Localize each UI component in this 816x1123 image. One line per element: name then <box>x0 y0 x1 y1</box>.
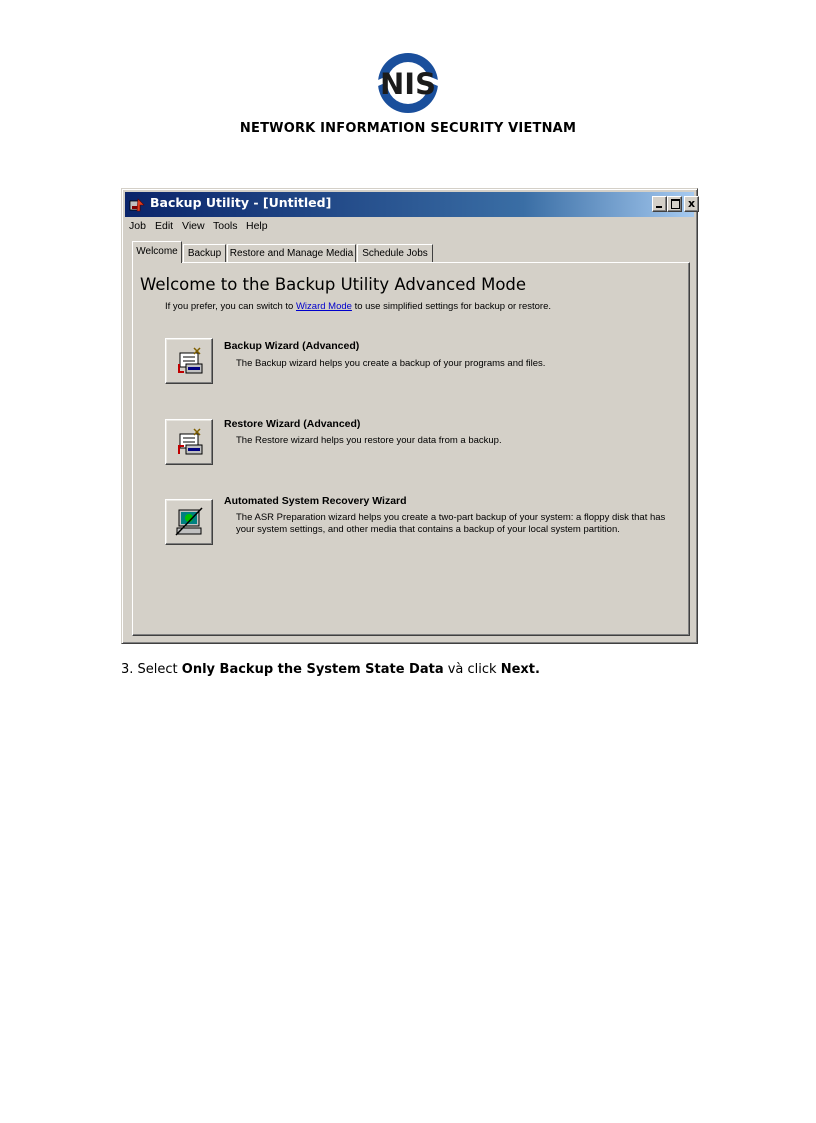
menu-view[interactable]: View <box>182 220 205 232</box>
close-button[interactable]: x <box>684 196 699 212</box>
restore-wizard-title: Restore Wizard (Advanced) <box>224 418 361 430</box>
minimize-icon <box>656 206 662 208</box>
mode-switch-text: If you prefer, you can switch to Wizard … <box>165 301 551 312</box>
organization-name: NETWORK INFORMATION SECURITY VIETNAM <box>239 121 577 136</box>
tab-backup[interactable]: Backup <box>183 244 226 262</box>
menu-tools[interactable]: Tools <box>213 220 238 232</box>
mode-switch-prefix: If you prefer, you can switch to <box>165 301 296 312</box>
backup-wizard-description: The Backup wizard helps you create a bac… <box>236 358 546 369</box>
asr-wizard-icon <box>175 507 203 536</box>
menu-edit[interactable]: Edit <box>155 220 173 232</box>
window-title: Backup Utility - [Untitled] <box>150 195 332 210</box>
mode-switch-suffix: to use simplified settings for backup or… <box>351 301 552 312</box>
asr-wizard-title: Automated System Recovery Wizard <box>224 495 407 507</box>
tab-schedule-jobs[interactable]: Schedule Jobs <box>357 244 433 262</box>
logo-text: NIS <box>380 67 436 101</box>
maximize-icon <box>671 199 680 209</box>
step-middle: và click <box>443 662 501 677</box>
menu-job[interactable]: Job <box>129 220 146 232</box>
asr-wizard-button[interactable] <box>165 499 213 545</box>
backup-wizard-icon <box>178 347 203 374</box>
step-next-label: Next. <box>500 662 540 677</box>
backup-utility-window: Backup Utility - [Untitled] x Job Edit V… <box>121 188 699 644</box>
asr-wizard-description: The ASR Preparation wizard helps you cre… <box>236 512 666 535</box>
title-bar[interactable]: Backup Utility - [Untitled] x <box>125 192 699 217</box>
tab-restore-and-manage-media[interactable]: Restore and Manage Media <box>227 244 356 262</box>
menu-bar: Job Edit View Tools Help <box>125 218 694 235</box>
restore-wizard-description: The Restore wizard helps you restore you… <box>236 435 502 446</box>
menu-help[interactable]: Help <box>246 220 268 232</box>
step-option-name: Only Backup the System State Data <box>181 662 444 677</box>
maximize-button[interactable] <box>667 196 682 212</box>
step-instruction: 3. Select Only Backup the System State D… <box>121 662 540 677</box>
close-icon: x <box>687 197 696 210</box>
backup-wizard-title: Backup Wizard (Advanced) <box>224 340 360 352</box>
restore-wizard-icon <box>178 428 203 455</box>
backup-app-icon <box>129 198 145 212</box>
tab-welcome[interactable]: Welcome <box>132 241 182 263</box>
step-prefix: 3. Select <box>121 662 182 677</box>
welcome-heading: Welcome to the Backup Utility Advanced M… <box>140 275 527 294</box>
backup-wizard-button[interactable] <box>165 338 213 384</box>
minimize-button[interactable] <box>652 196 667 212</box>
restore-wizard-button[interactable] <box>165 419 213 465</box>
welcome-panel <box>132 262 690 636</box>
nis-logo: NIS <box>378 53 438 113</box>
wizard-mode-link[interactable]: Wizard Mode <box>296 301 352 312</box>
